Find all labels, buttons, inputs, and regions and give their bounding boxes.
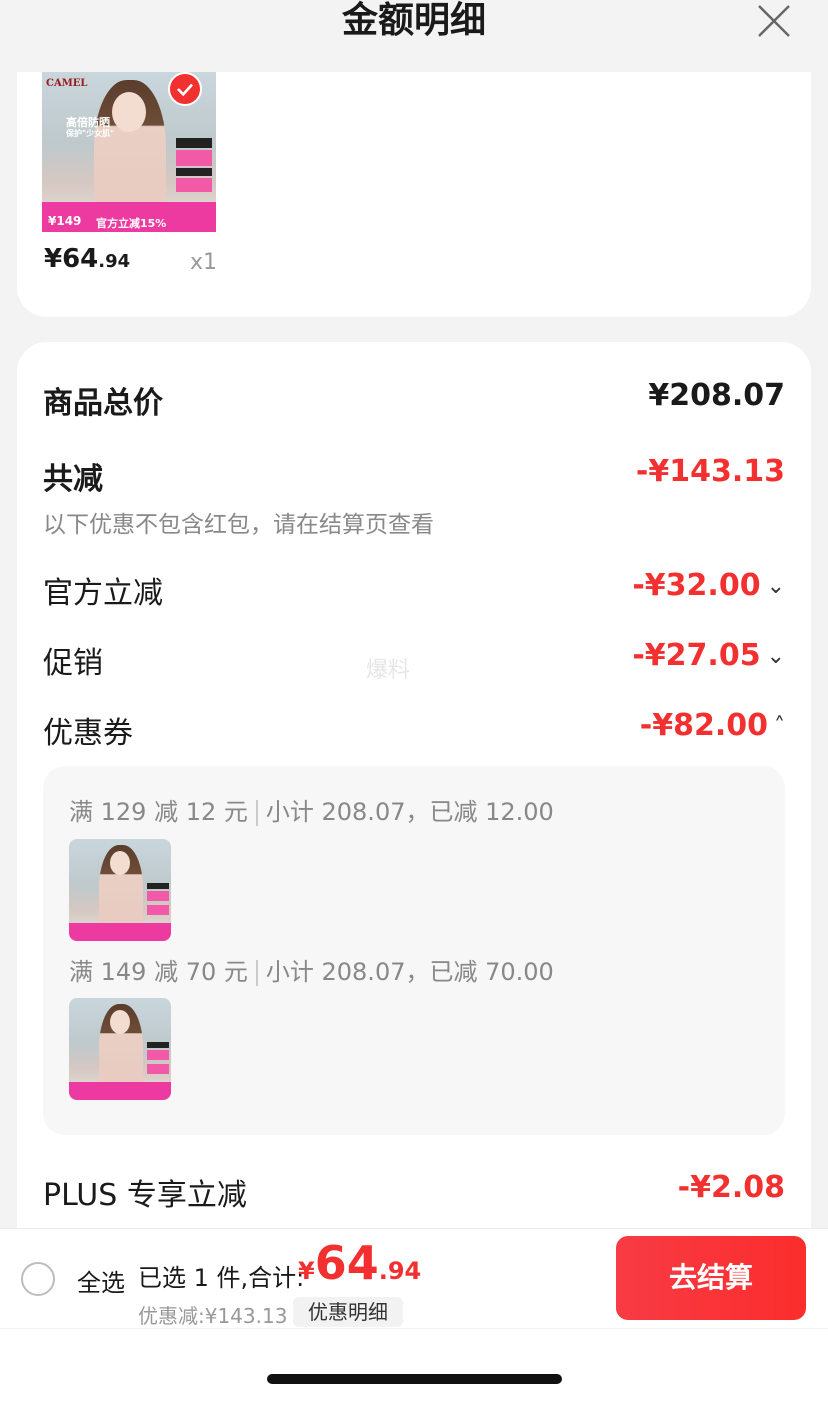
thumb-promo-bar — [69, 923, 171, 941]
home-indicator-area — [0, 1329, 828, 1402]
discount-label: 优惠券 — [43, 716, 133, 751]
discount-amount: -¥27.05 — [632, 638, 761, 673]
thumb-tag-pink — [176, 150, 212, 166]
amount-summary-card: 商品总价 ¥208.07 共减 -¥143.13 以下优惠不包含红包，请在结算页… — [17, 342, 811, 1242]
thumb-tagline: 保护"少女肌" — [66, 129, 115, 138]
header: 金额明细 — [0, 0, 828, 72]
discount-total-text: 优惠减:¥143.13 — [138, 1304, 288, 1328]
product-quantity: x1 — [190, 250, 218, 275]
thumb-tag-pink — [147, 1050, 169, 1060]
thumb-tag-pink — [147, 905, 169, 915]
coupon-rule: 满 149 减 70 元 — [69, 958, 248, 986]
currency-symbol: ¥ — [298, 1257, 315, 1285]
model-face — [110, 1010, 130, 1034]
checkout-button[interactable]: 去结算 — [616, 1236, 806, 1320]
selected-count-text: 已选 1 件,合计: — [138, 1264, 305, 1292]
close-icon[interactable] — [756, 3, 792, 39]
price-int: ¥64 — [44, 244, 99, 274]
select-all-radio[interactable] — [21, 1262, 55, 1296]
coupon-rule-line: 满 149 减 70 元小计 208.07，已减 70.00 — [69, 952, 554, 987]
check-icon[interactable] — [168, 72, 202, 106]
select-all-label[interactable]: 全选 — [77, 1263, 125, 1298]
coupon-detail-box: 满 129 减 12 元小计 208.07，已减 12.00 满 149 减 7… — [43, 766, 785, 1135]
thumb-tag-dark — [147, 883, 169, 889]
chevron-down-icon[interactable]: ⌄ — [767, 574, 785, 599]
total-reduce-label: 共减 — [43, 462, 103, 497]
thumb-tag-pink — [147, 891, 169, 901]
discount-label: 促销 — [43, 646, 103, 681]
reduce-note: 以下优惠不包含红包，请在结算页查看 — [43, 512, 434, 538]
thumb-promo-bar — [69, 1082, 171, 1100]
coupon-rule-line: 满 129 减 12 元小计 208.07，已减 12.00 — [69, 792, 554, 827]
chevron-down-icon[interactable]: ⌄ — [767, 644, 785, 669]
model-face — [110, 851, 130, 875]
brand-logo: CAMEL — [46, 78, 88, 89]
model-face — [112, 92, 146, 132]
coupon-product-thumbnail[interactable] — [69, 998, 171, 1100]
page-title: 金额明细 — [341, 0, 486, 41]
coupon-subtotal: 小计 208.07，已减 70.00 — [265, 958, 554, 986]
chevron-up-icon[interactable]: ˄ — [774, 714, 785, 739]
discount-amount: -¥82.00 — [639, 708, 768, 743]
discount-label: 官方立减 — [43, 576, 163, 611]
thumb-tag-pink — [147, 1064, 169, 1074]
coupon-rule: 满 129 减 12 元 — [69, 798, 248, 826]
thumb-tag-dark — [147, 1042, 169, 1048]
discount-amount: -¥32.00 — [632, 568, 761, 603]
thumb-tag-pink — [176, 178, 212, 192]
discount-value: -¥27.05 ⌄ — [632, 638, 785, 673]
product-price: ¥64.94 — [44, 244, 130, 274]
discount-value: -¥82.00 ˄ — [640, 708, 785, 743]
thumb-price: ¥149 — [48, 214, 82, 228]
home-indicator[interactable] — [267, 1374, 562, 1384]
divider — [255, 960, 258, 986]
total-price-label: 商品总价 — [43, 386, 163, 421]
plus-discount-label: PLUS 专享立减 — [43, 1178, 247, 1213]
plus-discount-value: -¥2.08 — [677, 1170, 785, 1205]
discount-value: -¥32.00 ⌄ — [632, 568, 785, 603]
price-dec: .94 — [98, 251, 131, 272]
total-dec: .94 — [378, 1257, 422, 1285]
coupon-subtotal: 小计 208.07，已减 12.00 — [265, 798, 554, 826]
coupon-product-thumbnail[interactable] — [69, 839, 171, 941]
total-int: 64 — [314, 1236, 379, 1290]
cart-total-price: ¥64.94 — [298, 1236, 421, 1290]
divider — [255, 800, 258, 826]
thumb-tag-dark — [176, 138, 212, 148]
total-price-value: ¥208.07 — [648, 378, 785, 413]
discount-detail-button[interactable]: 优惠明细 — [293, 1297, 403, 1327]
thumb-tag-dark — [176, 168, 212, 176]
total-reduce-value: -¥143.13 — [635, 454, 785, 489]
thumb-promo: 官方立减15% — [96, 217, 167, 230]
watermark: 爆料 — [366, 658, 411, 683]
